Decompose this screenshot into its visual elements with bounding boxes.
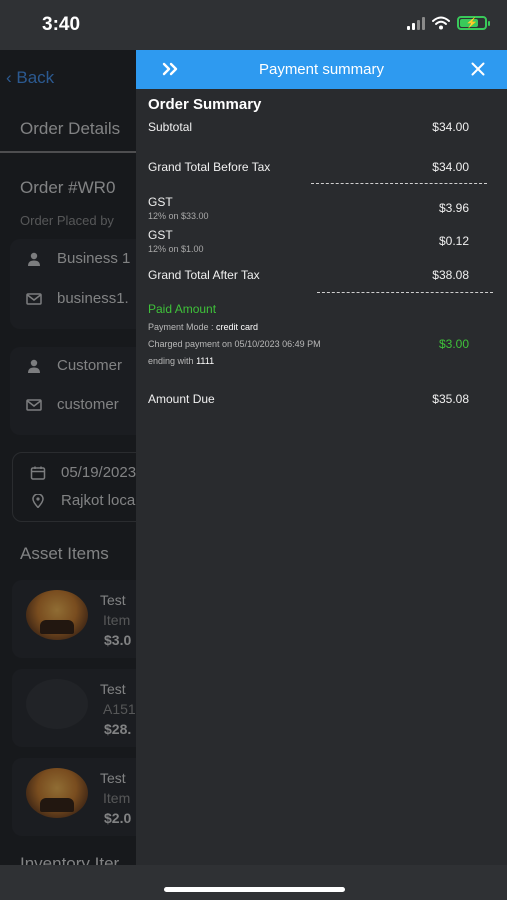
payment-summary-drawer: Payment summary Order Summary Subtotal $… [136, 50, 507, 865]
tax-label: GST [148, 195, 173, 209]
wifi-icon [432, 16, 450, 30]
before-tax-value: $34.00 [432, 160, 469, 174]
asset-price: $2.0 [104, 810, 132, 826]
paid-amount-value: $3.00 [438, 337, 469, 351]
inventory-items-title: Inventory Iter [20, 854, 120, 865]
charged-text: Charged payment on 05/10/2023 06:49 PM [148, 339, 321, 349]
date-row: 05/19/2023 [30, 464, 136, 481]
asset-sub: Item [103, 790, 131, 806]
tax-label: GST [148, 228, 173, 242]
drawer-header: Payment summary [136, 50, 507, 89]
asset-name: Test [100, 681, 126, 697]
amount-due-value: $35.08 [432, 392, 469, 406]
after-tax-value: $38.08 [432, 268, 469, 282]
location-pin-icon [32, 493, 44, 508]
battery-icon: ⚡ [457, 16, 490, 30]
subtotal-value: $34.00 [432, 120, 469, 134]
business-name-row: Business 1 [26, 250, 130, 267]
mail-icon [26, 292, 42, 305]
payment-mode: Payment Mode : credit card [148, 322, 259, 332]
tax-value: $3.96 [438, 201, 469, 215]
asset-thumbnail [26, 590, 88, 640]
asset-items-title: Asset Items [20, 544, 109, 563]
calendar-icon [30, 466, 46, 480]
asset-name: Test [100, 592, 126, 608]
asset-thumbnail [26, 768, 88, 818]
tax-sub: 12% on $33.00 [148, 211, 209, 221]
asset-sub: Item [103, 612, 131, 628]
asset-price: $3.0 [104, 632, 132, 648]
person-icon [28, 359, 40, 373]
drawer-title: Payment summary [258, 61, 385, 78]
customer-email-row: customer [26, 396, 119, 413]
subtotal-label: Subtotal [148, 120, 193, 134]
status-time: 3:40 [42, 14, 81, 35]
order-summary-title: Order Summary [148, 96, 262, 113]
person-icon [28, 252, 40, 266]
home-indicator[interactable] [164, 887, 345, 892]
order-placed-label: Order Placed by [20, 213, 114, 228]
amount-due-label: Amount Due [148, 392, 215, 406]
status-icons: ⚡ [407, 16, 490, 30]
before-tax-label: Grand Total Before Tax [148, 160, 271, 174]
divider [317, 292, 493, 293]
status-bar: 3:40 ⚡ [0, 0, 507, 50]
chevron-left-icon: ‹ [6, 68, 17, 87]
close-icon[interactable] [471, 62, 485, 76]
tax-sub: 12% on $1.00 [148, 244, 204, 254]
tab-order-details[interactable]: Order Details [20, 119, 120, 139]
location-row: Rajkot loca [30, 492, 135, 509]
asset-sub: A151 [103, 701, 136, 717]
business-email-row: business1. [26, 290, 129, 307]
tab-underline [0, 151, 140, 153]
back-button[interactable]: ‹ Back [6, 68, 54, 88]
asset-thumbnail [26, 679, 88, 729]
tax-value: $0.12 [438, 234, 469, 248]
card-ending: ending with 1111 [148, 356, 215, 366]
order-number: Order #WR0 [20, 178, 116, 197]
customer-name-row: Customer [26, 357, 122, 374]
asset-price: $28. [104, 721, 132, 737]
bottom-bar [0, 865, 507, 900]
mail-icon [26, 398, 42, 411]
paid-amount-label: Paid Amount [148, 302, 217, 316]
asset-name: Test [100, 770, 126, 786]
signal-icon [407, 16, 425, 30]
after-tax-label: Grand Total After Tax [148, 268, 260, 282]
divider [311, 183, 487, 184]
